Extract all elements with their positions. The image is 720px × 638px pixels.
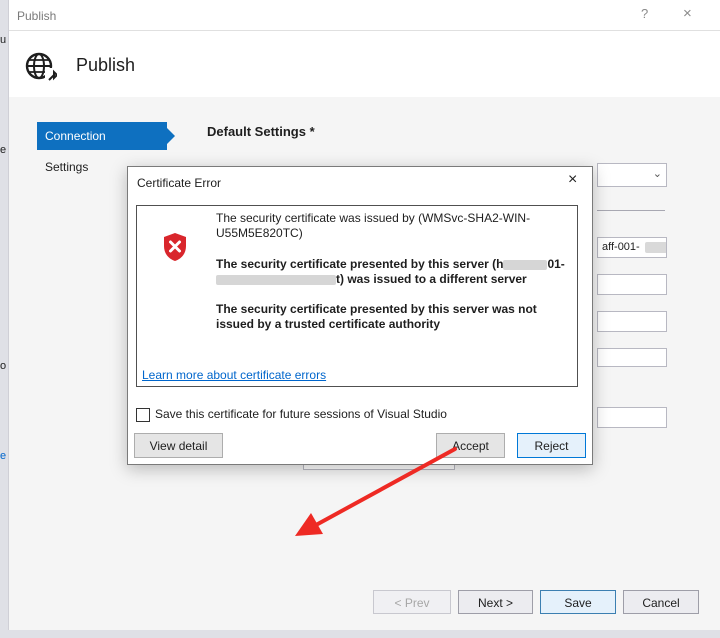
dialog-title: Certificate Error — [137, 176, 222, 190]
next-button[interactable]: Next > — [458, 590, 533, 614]
background-window-fragment: o — [0, 360, 7, 372]
background-window-fragment: e — [0, 144, 7, 156]
site-name-field[interactable]: aff-001- — [597, 237, 667, 258]
selection-arrow — [167, 128, 175, 144]
title-bar: Publish ? × — [9, 0, 720, 31]
save-password-field[interactable] — [597, 348, 667, 367]
shield-error-icon — [164, 233, 186, 261]
site-name-value: aff-001- — [602, 241, 640, 253]
learn-more-link[interactable]: Learn more about certificate errors — [142, 368, 326, 382]
message-panel: The security certificate was issued by (… — [136, 205, 578, 387]
page-heading: Publish — [76, 55, 136, 75]
save-button[interactable]: Save — [540, 590, 616, 614]
different-server-text: The security certificate presented by th… — [216, 257, 504, 271]
dialog-close-button[interactable]: × — [568, 171, 577, 189]
nav-item-connection[interactable]: Connection — [37, 122, 175, 150]
view-detail-button[interactable]: View detail — [134, 433, 223, 458]
save-certificate-checkbox[interactable] — [136, 408, 150, 422]
destination-url-field[interactable] — [597, 407, 667, 428]
different-server-message: The security certificate presented by th… — [216, 257, 576, 287]
window-title: Publish — [17, 9, 57, 23]
untrusted-authority-message: The security certificate presented by th… — [216, 302, 537, 331]
different-server-text: t) was issued to a different server — [336, 272, 527, 286]
background-window-fragment: u — [0, 34, 7, 46]
nav-item-label: Connection — [45, 129, 106, 143]
certificate-error-dialog: Certificate Error × The security certifi… — [127, 166, 593, 465]
nav-item-settings[interactable]: Settings — [45, 160, 88, 174]
password-field[interactable] — [597, 311, 667, 332]
accept-button[interactable]: Accept — [436, 433, 505, 458]
chevron-down-icon: ⌄ — [652, 168, 662, 180]
separator — [597, 210, 665, 211]
redacted-text — [216, 274, 336, 285]
publish-method-dropdown[interactable]: ⌄ — [597, 163, 667, 187]
prev-button[interactable]: < Prev — [373, 590, 451, 614]
section-title: Default Settings * — [207, 124, 315, 139]
globe-publish-icon — [25, 52, 57, 82]
reject-button[interactable]: Reject — [517, 433, 586, 458]
user-name-field[interactable] — [597, 274, 667, 295]
help-button[interactable]: ? — [641, 6, 648, 21]
redacted-text — [503, 259, 548, 270]
issued-by-message: The security certificate was issued by (… — [216, 211, 531, 240]
save-certificate-label[interactable]: Save this certificate for future session… — [155, 407, 447, 421]
different-server-text: 01- — [547, 257, 565, 271]
header-band: Publish — [9, 31, 720, 97]
cancel-button[interactable]: Cancel — [623, 590, 699, 614]
background-window-fragment: e — [0, 450, 7, 462]
close-button[interactable]: × — [683, 5, 692, 22]
redacted-text — [645, 242, 666, 253]
